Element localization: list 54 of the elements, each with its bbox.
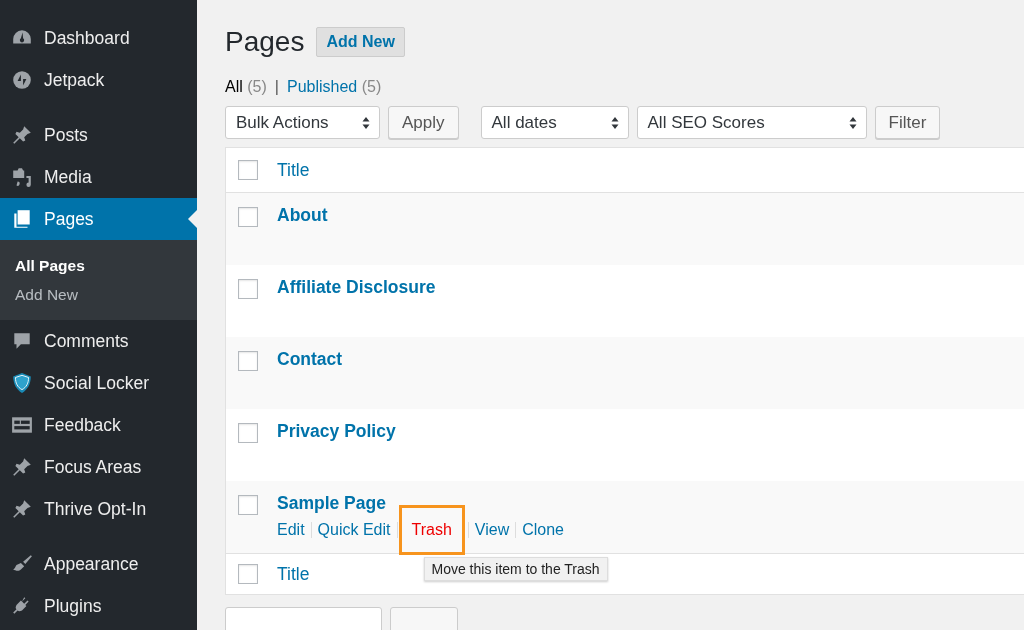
row-checkbox[interactable]	[238, 207, 258, 227]
select-all-checkbox[interactable]	[238, 160, 258, 180]
sidebar-item[interactable]: Pages	[0, 198, 197, 240]
row-checkbox[interactable]	[238, 423, 258, 443]
page-title: Pages	[225, 26, 305, 58]
sidebar-item[interactable]: Plugins	[0, 585, 197, 627]
page-title-link[interactable]: Affiliate Disclosure	[277, 277, 436, 298]
sidebar-item[interactable]: Focus Areas	[0, 446, 197, 488]
sidebar-item[interactable]: Thrive Opt-In	[0, 488, 197, 530]
select-all-checkbox[interactable]	[238, 564, 258, 584]
pin-icon	[11, 456, 33, 478]
row-action-link[interactable]: View	[474, 521, 510, 539]
sidebar-item[interactable]: Social Locker	[0, 362, 197, 404]
pin-icon	[11, 498, 33, 520]
submenu-item[interactable]: All Pages	[0, 252, 197, 281]
sidebar-item[interactable]: Feedback	[0, 404, 197, 446]
add-new-button[interactable]: Add New	[316, 27, 405, 57]
tooltip: Move this item to the Trash	[423, 557, 608, 581]
view-separator: |	[274, 78, 279, 96]
page-title-link[interactable]: About	[277, 205, 328, 226]
up-down-arrows-icon	[362, 115, 370, 130]
form-icon	[11, 414, 33, 436]
row-checkbox[interactable]	[238, 351, 258, 371]
title-column-footer[interactable]: Title	[277, 563, 310, 585]
sidebar-item[interactable]: Dashboard	[0, 17, 197, 59]
view-filter-link[interactable]: Published (5)	[286, 78, 382, 96]
row-action-link[interactable]: Clone	[522, 521, 564, 539]
row-action-link[interactable]: Edit	[277, 521, 305, 539]
dropdown-select[interactable]: Bulk Actions	[225, 106, 380, 139]
row-action-link[interactable]: Quick Edit	[317, 521, 391, 539]
shield-icon	[11, 372, 33, 394]
up-down-arrows-icon	[848, 115, 857, 130]
sidebar-item[interactable]: Media	[0, 156, 197, 198]
current-pointer-icon	[188, 210, 197, 228]
pin-icon	[11, 124, 33, 146]
sidebar-item[interactable]: Posts	[0, 114, 197, 156]
camera-music-icon	[11, 166, 33, 188]
pages-icon	[11, 208, 33, 230]
row-checkbox[interactable]	[238, 279, 258, 299]
sidebar-item[interactable]: Jetpack	[0, 59, 197, 101]
sidebar-item[interactable]: Comments	[0, 320, 197, 362]
page-title-link[interactable]: Privacy Policy	[277, 421, 396, 442]
dropdown-select[interactable]: All SEO Scores	[636, 106, 867, 139]
toolbar-button[interactable]: Apply	[388, 106, 459, 139]
title-column-header[interactable]: Title	[277, 159, 310, 181]
sidebar-item[interactable]: Appearance	[0, 543, 197, 585]
toolbar-button[interactable]: Filter	[874, 106, 941, 139]
page-title-link[interactable]: Contact	[277, 349, 343, 370]
up-down-arrows-icon	[610, 115, 619, 130]
dropdown-select[interactable]: All dates	[480, 106, 629, 139]
row-checkbox[interactable]	[238, 495, 258, 515]
submenu-item[interactable]: Add New	[0, 281, 197, 310]
bolt-circle-icon	[11, 69, 33, 91]
view-filter-link[interactable]: All (5)	[225, 78, 267, 96]
